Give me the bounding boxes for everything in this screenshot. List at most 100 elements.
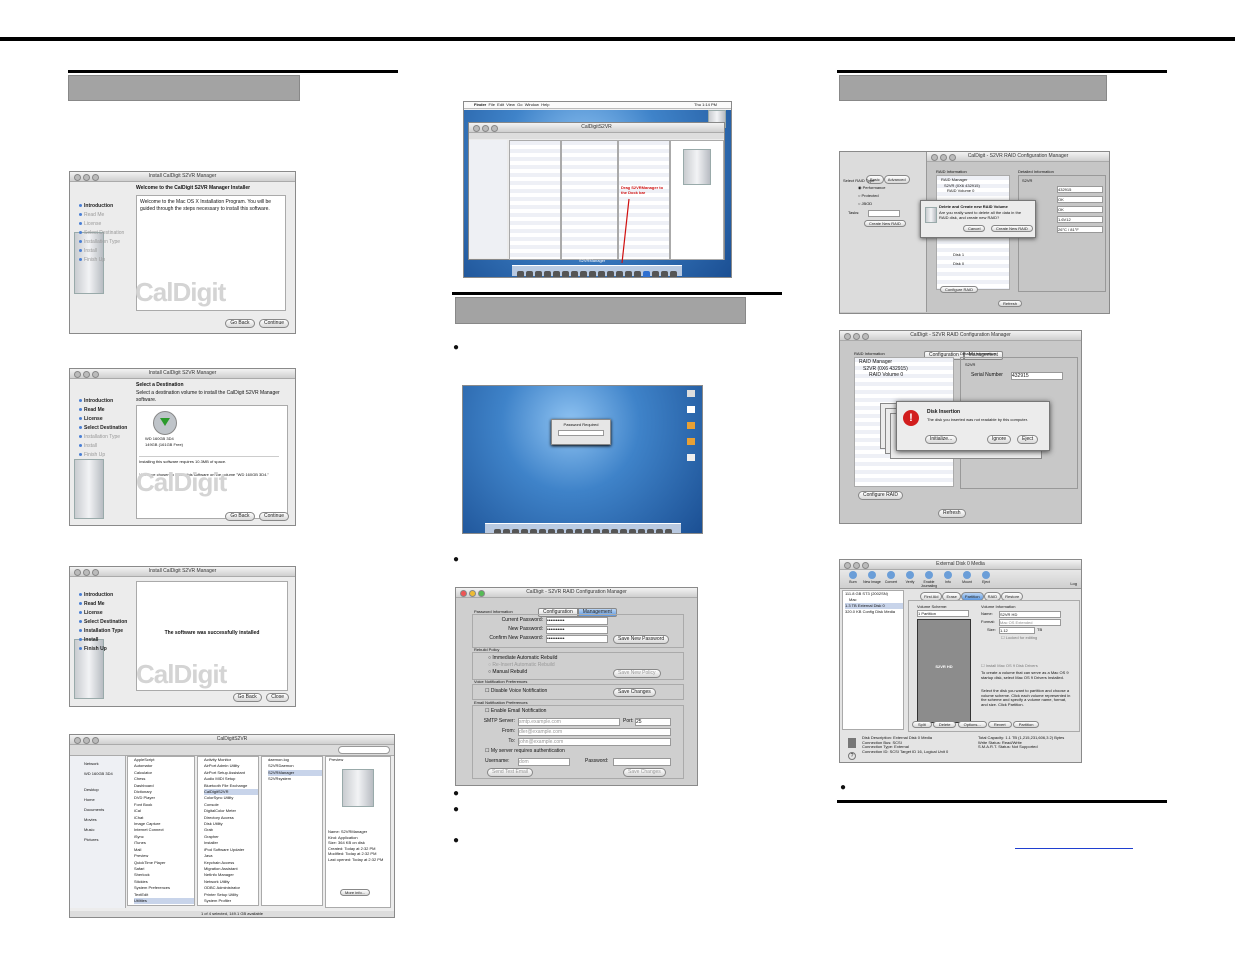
ignore-button[interactable]: Ignore — [987, 435, 1012, 444]
toolbar-button[interactable]: Burn — [844, 571, 862, 584]
finder-item[interactable]: S2VRsystem — [268, 776, 322, 782]
toolbar-button[interactable]: Convert — [882, 571, 900, 584]
volume-scheme-select[interactable]: 1 Partition — [917, 610, 969, 617]
cancel-button[interactable]: Cancel — [963, 225, 986, 232]
toolbar-button[interactable]: Verify — [901, 571, 919, 584]
revert-button[interactable]: Revert — [987, 721, 1012, 728]
detail-field: 26°C / 81°F — [1057, 226, 1103, 233]
rebuild-option[interactable]: ○ Re-Insert Automatic Rebuild — [488, 662, 555, 669]
delete-button[interactable]: Delete — [932, 721, 957, 728]
username-input[interactable]: dom — [518, 758, 570, 766]
options-button[interactable]: Options... — [957, 721, 987, 728]
save-changes-button[interactable]: Save Changes — [613, 688, 656, 697]
partition-map[interactable]: S2VR HD — [917, 619, 971, 723]
refresh-button[interactable]: Refresh — [938, 509, 966, 518]
window-title: CalDigit - S2VR RAID Configuration Manag… — [526, 589, 627, 595]
sidebar-item[interactable]: Pictures — [84, 835, 125, 845]
continue-button[interactable]: Continue — [258, 319, 289, 328]
tasks-select[interactable] — [868, 210, 900, 217]
close-button[interactable]: Close — [266, 693, 289, 702]
basic-panel: Basic Advanced Select RAID Type ◉ Perform… — [840, 152, 927, 312]
eject-button[interactable]: Eject — [1017, 435, 1039, 444]
smtp-input[interactable]: smtp.example.com — [518, 718, 620, 726]
finder-column-utilities: Activity Monitor AirPort Admin Utility Air… — [197, 756, 259, 906]
size-input[interactable]: 1.12 — [999, 627, 1035, 634]
auth-checkbox[interactable]: ☐ My server requires authentication — [485, 748, 565, 755]
sidebar-item[interactable]: WD 160GB 3D4 — [84, 769, 125, 779]
save-policy-button[interactable]: Save New Policy — [613, 669, 661, 678]
destination-text: Select a destination volume to install t… — [136, 390, 280, 403]
rebuild-option[interactable]: ○ Manual Rebuild — [488, 669, 527, 676]
toolbar-icon — [982, 571, 990, 579]
send-test-button[interactable]: Send Test Email — [487, 768, 534, 777]
partition-button[interactable]: Partition — [1012, 721, 1040, 728]
toolbar-icon — [925, 571, 933, 579]
sidebar-item[interactable]: Network — [84, 759, 125, 769]
password-dialog: Password Required — [551, 419, 611, 445]
new-password-input[interactable]: •••••••••• — [546, 626, 608, 634]
hyperlink-underline[interactable] — [1015, 848, 1133, 849]
toolbar-button[interactable]: Mount — [958, 571, 976, 584]
go-back-button[interactable]: Go Back — [225, 319, 255, 328]
sidebar-item[interactable]: Home — [84, 795, 125, 805]
dock[interactable] — [485, 523, 681, 533]
save-email-button[interactable]: Save Changes — [623, 768, 666, 777]
locked-checkbox[interactable]: ☐ Locked for editing — [1001, 635, 1037, 641]
save-password-button[interactable]: Save New Password — [613, 635, 670, 644]
installer-heading: Welcome to the CalDigit S2VR Manager Ins… — [136, 185, 251, 191]
smtp-password-input[interactable] — [613, 758, 671, 766]
log-button[interactable]: Log — [1070, 581, 1077, 587]
rebuild-option[interactable]: ○ Immediate Automatic Rebuild — [488, 655, 557, 662]
toolbar-button[interactable]: Enable Journaling — [920, 571, 938, 588]
more-info-button[interactable]: More info... — [340, 889, 371, 896]
format-select[interactable]: Mac OS Extended — [999, 619, 1061, 626]
go-back-button[interactable]: Go Back — [225, 512, 255, 521]
refresh-button[interactable]: Refresh — [998, 300, 1023, 307]
finder-item[interactable]: System Profiler — [204, 898, 258, 904]
dock[interactable] — [512, 265, 682, 277]
split-button[interactable]: Split — [912, 721, 932, 728]
tab-advanced[interactable]: Advanced — [883, 175, 910, 184]
disable-voice-checkbox[interactable]: ☐ Disable Voice Notification — [485, 688, 547, 695]
disk-item[interactable]: 320.0 KB Config Disk Media — [845, 609, 903, 615]
hard-disk-icon[interactable] — [153, 411, 177, 435]
volume-name-input[interactable]: S2VR HD — [999, 611, 1061, 618]
port-input[interactable]: 25 — [635, 718, 671, 726]
toolbar-button[interactable]: Eject — [977, 571, 995, 584]
sidebar-item[interactable]: Documents — [84, 805, 125, 815]
toolbar-button[interactable]: Info — [939, 571, 957, 584]
configure-raid-button[interactable]: Configure RAID — [940, 286, 979, 293]
go-back-button[interactable]: Go Back — [232, 693, 262, 702]
help-icon[interactable]: ? — [848, 752, 856, 760]
initialize-button[interactable]: Initialize... — [925, 435, 958, 444]
detail-field: OK — [1057, 196, 1103, 203]
sidebar-item[interactable]: Desktop — [84, 785, 125, 795]
section-rule-right — [837, 70, 1167, 73]
configure-raid-button[interactable]: Configure RAID — [858, 491, 904, 500]
installer-steps: Introduction Read Me License Select Destina… — [79, 397, 127, 460]
sidebar-item[interactable]: Movies — [84, 815, 125, 825]
disk-label: Disk 0 — [953, 261, 965, 266]
success-text: The software was successfully installed — [164, 630, 260, 636]
raid-type-options[interactable]: ◉ Performance ○ Protected ○ JBOD — [858, 184, 886, 208]
create-raid-button[interactable]: Create New RAID — [864, 220, 906, 227]
finder-item[interactable]: Utilities — [134, 897, 194, 905]
partition-pane: Volume Scheme: 1 Partition S2VR HD Volum… — [908, 600, 1080, 732]
bullet-1: ● — [453, 342, 460, 353]
confirm-password-input[interactable]: •••••••••• — [546, 635, 608, 643]
toolbar-icon — [868, 571, 876, 579]
to-input[interactable]: john@example.com — [518, 738, 671, 746]
toolbar-button[interactable]: New Image — [863, 571, 881, 584]
from-input[interactable]: dler@example.com — [518, 728, 671, 736]
enable-email-checkbox[interactable]: ☐ Enable Email Notification — [485, 708, 546, 715]
sidebar-item[interactable]: Music — [84, 825, 125, 835]
top-rule — [0, 37, 1235, 41]
desktop-icons — [687, 390, 695, 461]
install-drivers-checkbox[interactable]: ☐ Install Mac OS 9 Disk Drivers — [981, 663, 1038, 669]
continue-button[interactable]: Continue — [258, 512, 289, 521]
create-new-raid-button[interactable]: Create New RAID — [991, 225, 1033, 232]
bullet-2: ● — [453, 554, 460, 565]
current-password-input[interactable]: •••••••••• — [546, 617, 608, 625]
password-field[interactable] — [558, 430, 604, 436]
search-field[interactable] — [338, 746, 390, 754]
